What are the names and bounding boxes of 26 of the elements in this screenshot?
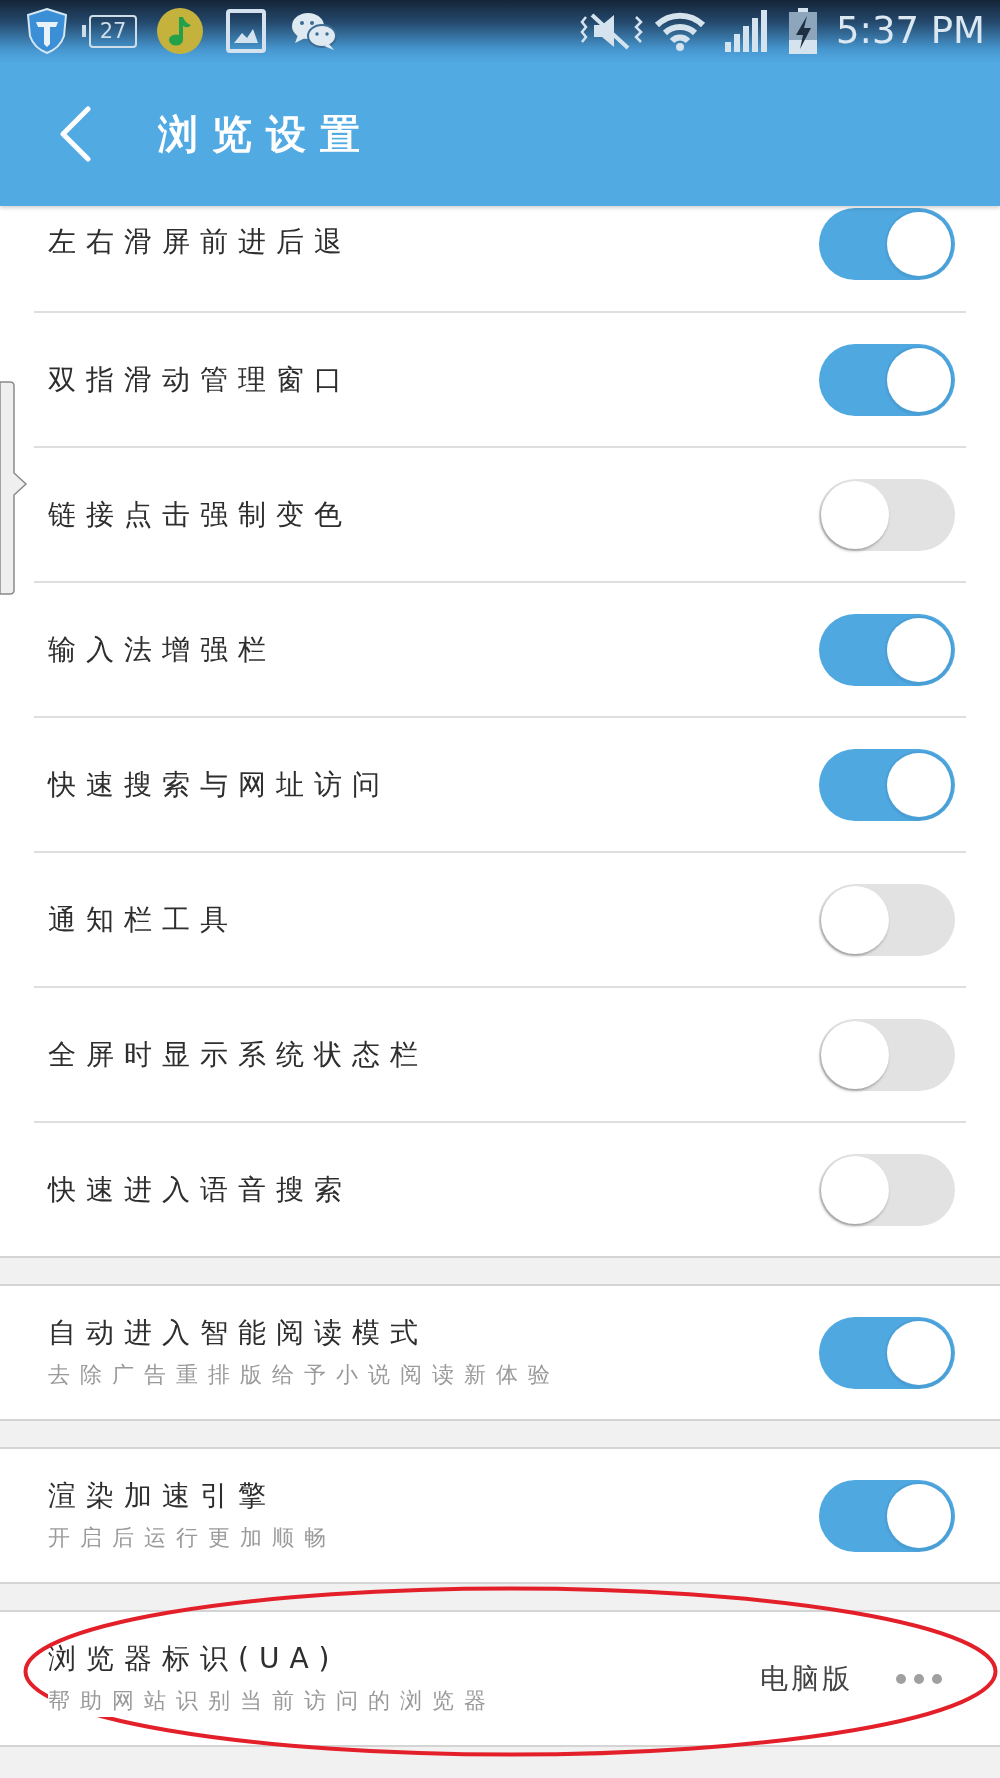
music-note-icon — [156, 7, 204, 55]
setting-label: 链接点击强制变色 — [48, 496, 352, 533]
wifi-icon — [653, 11, 706, 51]
setting-label: 全屏时显示系统状态栏 — [48, 1036, 428, 1073]
setting-label: 快速搜索与网址访问 — [48, 766, 390, 803]
back-icon[interactable] — [58, 106, 92, 162]
setting-label: 自动进入智能阅读模式 — [48, 1314, 428, 1351]
setting-label: 双指滑动管理窗口 — [48, 361, 352, 398]
setting-label: 快速进入语音搜索 — [48, 1171, 352, 1208]
image-icon — [226, 9, 266, 53]
setting-label: 通知栏工具 — [48, 901, 238, 938]
current-value: 电脑版 — [760, 1660, 853, 1697]
vibrate-mute-icon — [579, 11, 644, 51]
page-title: 浏览设置 — [158, 110, 374, 159]
battery-charging-icon — [787, 8, 818, 54]
setting-label: 浏览器标识(UA) — [48, 1640, 340, 1677]
shield-icon — [26, 8, 68, 54]
signal-icon — [723, 10, 768, 52]
notification-number: 27 — [82, 14, 137, 48]
setting-label: 输入法增强栏 — [48, 631, 276, 668]
more-icon[interactable] — [895, 1672, 943, 1685]
setting-label: 左右滑屏前进后退 — [48, 224, 352, 260]
side-drawer-handle[interactable] — [0, 381, 28, 595]
clock-time: 5:37 PM — [835, 9, 985, 53]
chat-bubbles-icon — [290, 11, 338, 51]
setting-label: 渲染加速引擎 — [48, 1477, 276, 1514]
